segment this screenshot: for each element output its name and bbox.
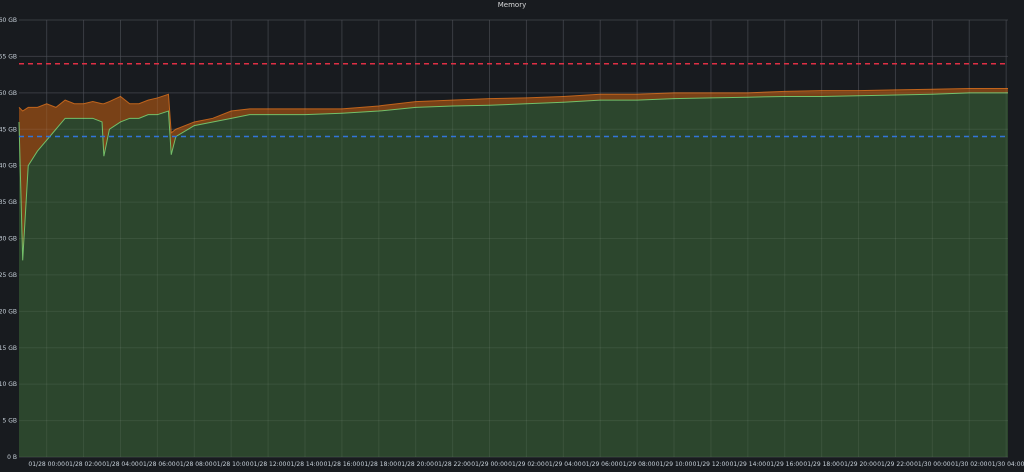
x-tick-label: 01/28 22:00: [434, 461, 471, 468]
x-tick-label: 01/28 14:00: [287, 461, 324, 468]
x-tick-label: 01/28 20:00: [397, 461, 434, 468]
x-tick-label: 01/28 08:00: [176, 461, 213, 468]
y-tick-label: 45 GB: [0, 126, 17, 133]
y-tick-label: 55 GB: [0, 53, 17, 60]
x-tick-label: 01/30 02:00: [951, 461, 988, 468]
y-tick-label: 20 GB: [0, 308, 17, 315]
x-tick-label: 01/29 10:00: [656, 461, 693, 468]
memory-chart[interactable]: 0 B 5 GB 10 GB 15 GB 20 GB 25 GB 30 GB 35 GB 40 …: [0, 0, 1024, 472]
x-tick-label: 01/29 14:00: [730, 461, 767, 468]
x-tick-label: 01/28 04:00: [102, 461, 139, 468]
memory-panel: Memory 0 B5 GB 10 GB 15 GB 20 GB 25 GB 30 GB 3…: [0, 0, 1024, 472]
x-tick-label: 01/30 00:00: [914, 461, 951, 468]
x-tick-label: 01/30 04:00: [988, 461, 1024, 468]
x-tick-label: 01/29 12:00: [693, 461, 730, 468]
x-tick-label: 01/29 22:00: [877, 461, 914, 468]
y-tick-label: 10 GB: [0, 381, 17, 388]
y-tick-label: 60 GB: [0, 17, 17, 24]
x-tick-label: 01/29 06:00: [582, 461, 619, 468]
y-tick-label: 30 GB: [0, 236, 17, 243]
y-tick-label: 5 GB: [3, 418, 18, 425]
y-tick-label: 25 GB: [0, 272, 17, 279]
x-tick-label: 01/29 04:00: [545, 461, 582, 468]
y-tick-label: 50 GB: [0, 90, 17, 97]
x-tick-label: 01/28 16:00: [324, 461, 361, 468]
x-tick-label: 01/29 02:00: [508, 461, 545, 468]
x-tick-label: 01/28 06:00: [139, 461, 176, 468]
x-tick-label: 01/28 02:00: [65, 461, 102, 468]
x-tick-label: 01/29 16:00: [766, 461, 803, 468]
x-tick-label: 01/29 08:00: [619, 461, 656, 468]
x-tick-label: 01/29 20:00: [840, 461, 877, 468]
x-tick-label: 01/29 18:00: [803, 461, 840, 468]
x-tick-label: 01/29 00:00: [471, 461, 508, 468]
x-tick-label: 01/28 10:00: [213, 461, 250, 468]
x-tick-label: 01/28 18:00: [361, 461, 398, 468]
y-tick-label: 0 B: [7, 454, 17, 461]
x-tick-label: 01/28 00:00: [28, 461, 65, 468]
y-tick-label: 15 GB: [0, 345, 17, 352]
y-tick-label: 40 GB: [0, 163, 17, 170]
y-tick-label: 35 GB: [0, 199, 17, 206]
x-tick-label: 01/28 12:00: [250, 461, 287, 468]
